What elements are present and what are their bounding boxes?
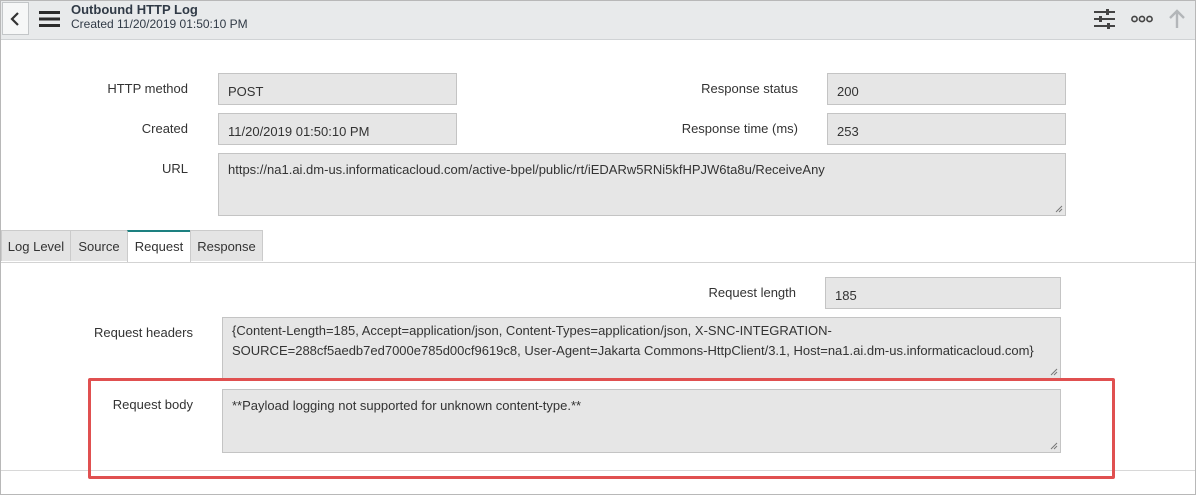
url-label: URL: [161, 161, 188, 176]
created-label: Created: [141, 121, 188, 136]
created-field[interactable]: 11/20/2019 01:50:10 PM: [218, 113, 457, 145]
title-block: Outbound HTTP Log Created 11/20/2019 01:…: [71, 2, 248, 32]
arrow-up-icon[interactable]: [1168, 9, 1186, 29]
request-headers-label: Request headers: [93, 325, 193, 340]
request-headers-field[interactable]: {Content-Length=185, Accept=application/…: [222, 317, 1061, 379]
tab-response[interactable]: Response: [190, 230, 263, 261]
http-method-label: HTTP method: [107, 81, 188, 96]
request-length-field[interactable]: 185: [825, 277, 1061, 309]
request-headers-value: {Content-Length=185, Accept=application/…: [232, 323, 1034, 358]
response-time-label: Response time (ms): [681, 121, 798, 136]
menu-icon[interactable]: [39, 10, 61, 28]
tab-source[interactable]: Source: [70, 230, 128, 261]
response-status-field[interactable]: 200: [827, 73, 1066, 105]
tab-log-level[interactable]: Log Level: [1, 230, 71, 261]
back-icon: [10, 12, 19, 26]
page-title: Outbound HTTP Log: [71, 2, 198, 17]
url-value: https://na1.ai.dm-us.informaticacloud.co…: [228, 162, 825, 177]
request-length-label: Request length: [708, 285, 796, 300]
highlight-box: [88, 378, 1115, 479]
tab-request[interactable]: Request: [127, 230, 191, 262]
response-time-field[interactable]: 253: [827, 113, 1066, 145]
resize-grip-icon[interactable]: [1055, 205, 1063, 213]
header-bar: Outbound HTTP Log Created 11/20/2019 01:…: [1, 1, 1195, 40]
tab-bar: Log Level Source Request Response: [1, 230, 1195, 263]
page-subtitle: Created 11/20/2019 01:50:10 PM: [71, 17, 248, 31]
response-status-label: Response status: [701, 81, 798, 96]
settings-sliders-icon[interactable]: [1094, 9, 1116, 29]
resize-grip-icon[interactable]: [1050, 368, 1058, 376]
url-field[interactable]: https://na1.ai.dm-us.informaticacloud.co…: [218, 153, 1066, 216]
back-button[interactable]: [2, 2, 29, 35]
http-method-field[interactable]: POST: [218, 73, 457, 105]
more-options-icon[interactable]: [1131, 15, 1153, 23]
